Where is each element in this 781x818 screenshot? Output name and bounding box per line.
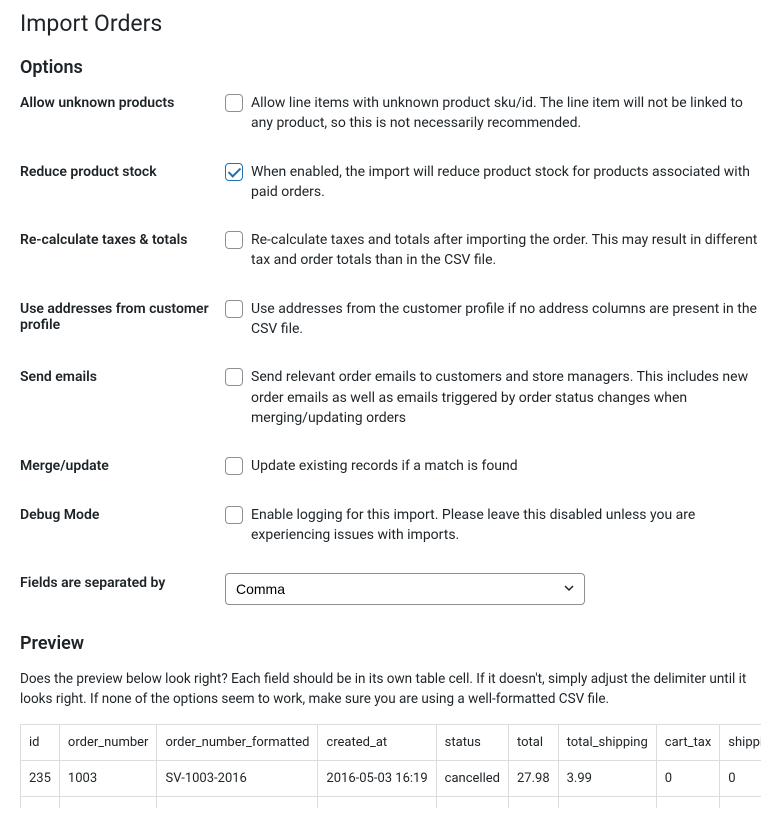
use-addresses-checkbox[interactable]: [225, 300, 243, 318]
option-recalc-taxes: Re-calculate taxes & totals Re-calculate…: [20, 230, 761, 271]
reduce-stock-desc: When enabled, the import will reduce pro…: [251, 162, 761, 203]
debug-mode-desc: Enable logging for this import. Please l…: [251, 505, 761, 546]
delimiter-select[interactable]: Comma: [225, 573, 585, 605]
table-cell: [508, 796, 558, 808]
table-header: id: [21, 724, 60, 760]
allow-unknown-desc: Allow line items with unknown product sk…: [251, 93, 761, 134]
option-merge-update: Merge/update Update existing records if …: [20, 456, 761, 476]
table-cell: [656, 796, 720, 808]
recalc-taxes-label: Re-calculate taxes & totals: [20, 230, 225, 248]
recalc-taxes-desc: Re-calculate taxes and totals after impo…: [251, 230, 761, 271]
table-header: total: [508, 724, 558, 760]
table-header: cart_tax: [656, 724, 720, 760]
table-cell: 235: [21, 760, 60, 796]
table-header: status: [436, 724, 508, 760]
preview-heading: Preview: [20, 633, 761, 654]
table-header: order_number_formatted: [157, 724, 318, 760]
table-cell: 0: [720, 760, 761, 796]
send-emails-checkbox[interactable]: [225, 368, 243, 386]
option-reduce-stock: Reduce product stock When enabled, the i…: [20, 162, 761, 203]
table-row: 235 1003 SV-1003-2016 2016-05-03 16:19 c…: [21, 760, 762, 796]
table-cell: [318, 796, 436, 808]
table-cell: 1003: [59, 760, 157, 796]
option-allow-unknown: Allow unknown products Allow line items …: [20, 93, 761, 134]
page-title: Import Orders: [20, 10, 761, 37]
send-emails-label: Send emails: [20, 367, 225, 385]
allow-unknown-checkbox[interactable]: [225, 94, 243, 112]
table-cell: 27.98: [508, 760, 558, 796]
send-emails-desc: Send relevant order emails to customers …: [251, 367, 761, 428]
merge-update-desc: Update existing records if a match is fo…: [251, 456, 761, 476]
table-header: total_shipping: [558, 724, 656, 760]
table-header-row: id order_number order_number_formatted c…: [21, 724, 762, 760]
table-cell: [157, 796, 318, 808]
reduce-stock-label: Reduce product stock: [20, 162, 225, 180]
merge-update-checkbox[interactable]: [225, 457, 243, 475]
table-row: [21, 796, 762, 808]
option-delimiter: Fields are separated by Comma: [20, 573, 761, 605]
delimiter-label: Fields are separated by: [20, 573, 225, 591]
table-cell: [21, 796, 60, 808]
table-cell: 3.99: [558, 760, 656, 796]
use-addresses-desc: Use addresses from the customer profile …: [251, 299, 761, 340]
table-cell: [436, 796, 508, 808]
options-heading: Options: [20, 57, 761, 78]
table-header: shipping_tax: [720, 724, 761, 760]
table-header: created_at: [318, 724, 436, 760]
table-cell: [59, 796, 157, 808]
preview-description: Does the preview below look right? Each …: [20, 669, 761, 710]
reduce-stock-checkbox[interactable]: [225, 163, 243, 181]
recalc-taxes-checkbox[interactable]: [225, 231, 243, 249]
use-addresses-label: Use addresses from customer profile: [20, 299, 225, 333]
option-debug-mode: Debug Mode Enable logging for this impor…: [20, 505, 761, 546]
debug-mode-checkbox[interactable]: [225, 506, 243, 524]
merge-update-label: Merge/update: [20, 456, 225, 474]
table-cell: 0: [656, 760, 720, 796]
table-cell: [558, 796, 656, 808]
option-send-emails: Send emails Send relevant order emails t…: [20, 367, 761, 428]
table-cell: [720, 796, 761, 808]
option-use-addresses: Use addresses from customer profile Use …: [20, 299, 761, 340]
preview-table: id order_number order_number_formatted c…: [20, 724, 761, 808]
table-cell: 2016-05-03 16:19: [318, 760, 436, 796]
debug-mode-label: Debug Mode: [20, 505, 225, 523]
table-cell: SV-1003-2016: [157, 760, 318, 796]
table-cell: cancelled: [436, 760, 508, 796]
table-header: order_number: [59, 724, 157, 760]
allow-unknown-label: Allow unknown products: [20, 93, 225, 111]
